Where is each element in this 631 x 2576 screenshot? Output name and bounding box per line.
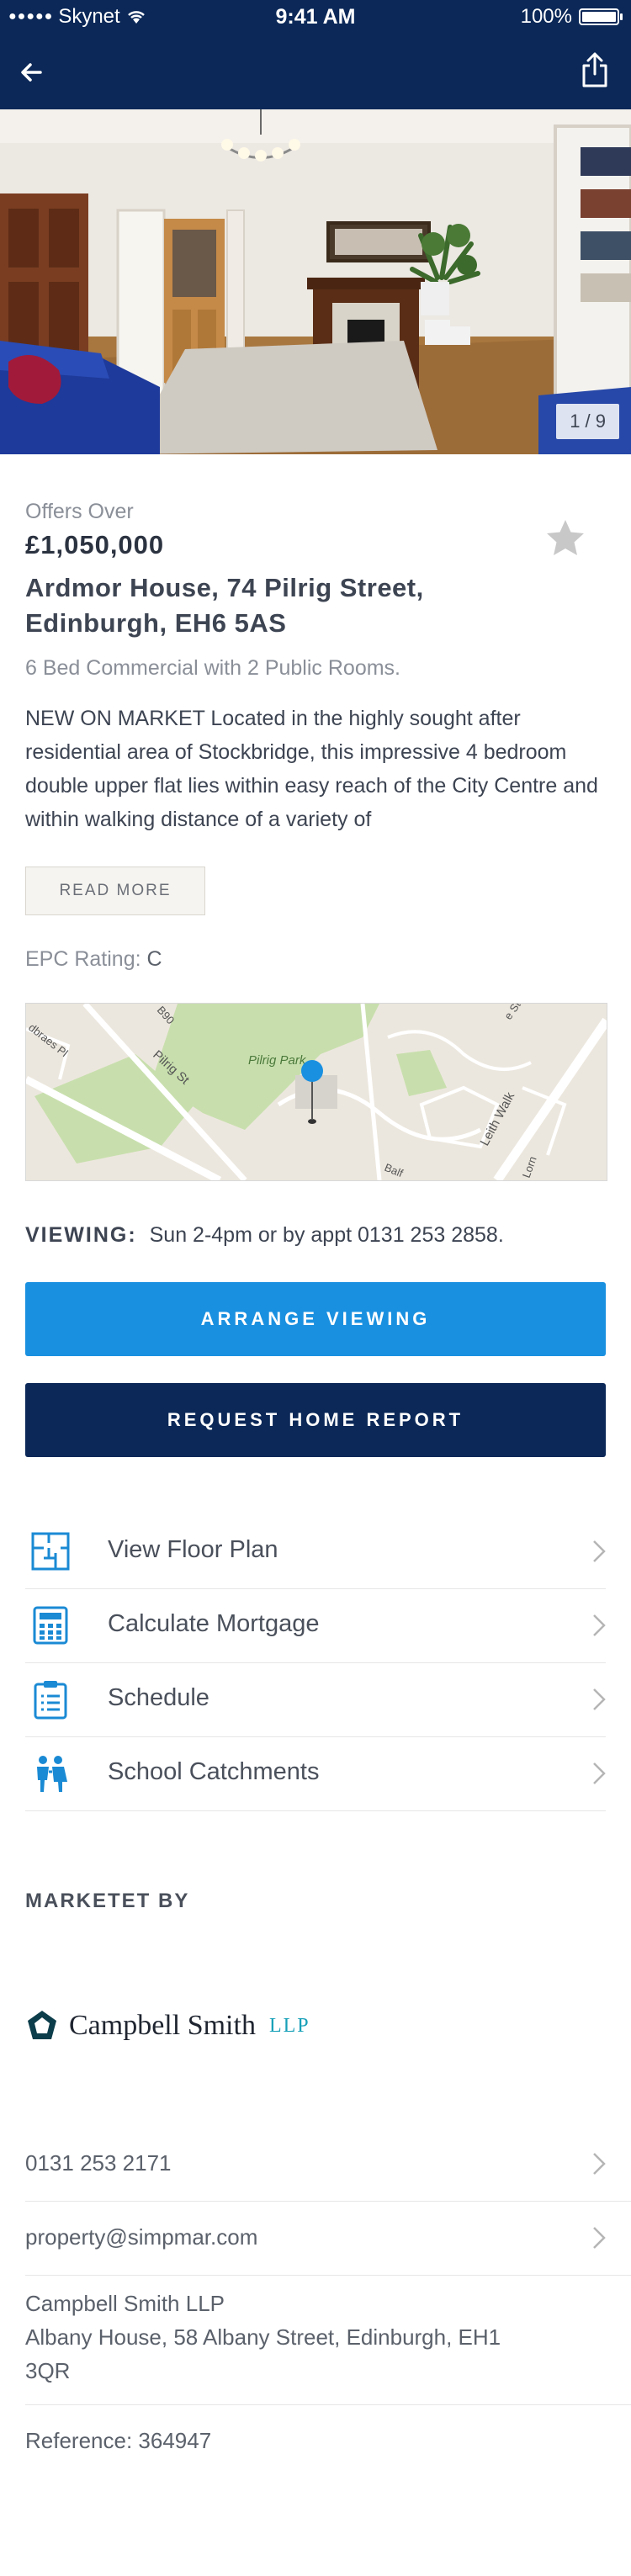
epc-rating: EPC Rating: C	[25, 947, 162, 972]
property-photo[interactable]	[0, 109, 631, 454]
agent-address-block: Campbell Smith LLP Albany House, 58 Alba…	[25, 2287, 631, 2405]
share-icon[interactable]	[581, 50, 609, 89]
battery-percent: 100%	[520, 5, 572, 28]
chevron-right-icon	[593, 1614, 606, 1636]
agent-logo-suffix: LLP	[268, 2014, 310, 2037]
children-icon	[37, 1756, 67, 1792]
link-floor-plan[interactable]: View Floor Plan	[25, 1514, 606, 1589]
back-arrow-icon[interactable]	[15, 56, 49, 89]
link-label: Calculate Mortgage	[108, 1610, 320, 1637]
property-description: NEW ON MARKET Located in the highly soug…	[25, 707, 598, 831]
read-more-button[interactable]: READ MORE	[25, 867, 205, 915]
agent-phone: 0131 253 2171	[25, 2150, 172, 2176]
clipboard-icon	[34, 1681, 67, 1720]
price-qualifier: Offers Over	[25, 500, 134, 523]
favourite-star-icon[interactable]	[544, 517, 587, 560]
viewing-label: VIEWING:	[25, 1223, 137, 1247]
agent-phone-row[interactable]: 0131 253 2171	[25, 2127, 631, 2202]
photo-counter: 1 / 9	[556, 404, 619, 439]
agent-email: property@simpmar.com	[25, 2224, 258, 2250]
link-calculate-mortgage[interactable]: Calculate Mortgage	[25, 1588, 606, 1663]
chevron-right-icon	[593, 1540, 606, 1562]
epc-label: EPC Rating:	[25, 947, 141, 971]
floor-plan-icon	[31, 1532, 70, 1571]
location-map[interactable]: Pilrig Park Pilrig St Leith Walk dbraes …	[25, 1003, 607, 1181]
property-reference: Reference: 364947	[25, 2428, 212, 2453]
calculator-icon	[33, 1606, 68, 1645]
status-bar: ●●●●● Skynet 9:41 AM 100%	[0, 0, 631, 34]
chevron-right-icon	[593, 1762, 606, 1784]
agent-company: Campbell Smith LLP	[25, 2291, 225, 2316]
battery-info: 100%	[520, 5, 623, 29]
agent-email-row[interactable]: property@simpmar.com	[25, 2201, 631, 2276]
agent-address-line-1: Albany House, 58 Albany Street, Edinburg…	[25, 2324, 501, 2350]
app-header: ●●●●● Skynet 9:41 AM 100%	[0, 0, 631, 109]
property-summary: 6 Bed Commercial with 2 Public Rooms.	[25, 656, 400, 680]
address-line-1: Ardmor House, 74 Pilrig Street,	[25, 573, 424, 602]
agent-logo[interactable]: Campbell Smith LLP	[25, 2002, 310, 2049]
link-schedule[interactable]: Schedule	[25, 1662, 606, 1737]
chevron-right-icon	[593, 2227, 606, 2249]
address-line-2: Edinburgh, EH6 5AS	[25, 608, 287, 638]
chevron-right-icon	[593, 2153, 606, 2175]
viewing-text: Sun 2-4pm or by appt 0131 253 2858.	[149, 1223, 504, 1247]
chevron-right-icon	[593, 1688, 606, 1710]
price: £1,050,000	[25, 530, 165, 559]
agent-logo-icon	[28, 2011, 56, 2039]
battery-icon	[579, 8, 623, 25]
property-address: Ardmor House, 74 Pilrig Street, Edinburg…	[25, 570, 547, 641]
link-school-catchments[interactable]: School Catchments	[25, 1736, 606, 1811]
marketed-by-heading: MARKETET BY	[25, 1890, 190, 1912]
epc-value: C	[146, 947, 162, 971]
request-home-report-button[interactable]: REQUEST HOME REPORT	[25, 1383, 606, 1457]
agent-address-line-2: 3QR	[25, 2358, 71, 2383]
viewing-times: VIEWING: Sun 2-4pm or by appt 0131 253 2…	[25, 1223, 504, 1248]
arrange-viewing-button[interactable]: ARRANGE VIEWING	[25, 1282, 606, 1356]
agent-logo-name: Campbell Smith	[69, 2010, 256, 2041]
link-label: View Floor Plan	[108, 1536, 278, 1563]
map-label-park: Pilrig Park	[248, 1053, 307, 1068]
link-label: Schedule	[108, 1684, 209, 1711]
link-label: School Catchments	[108, 1758, 320, 1785]
living-room-photo	[0, 109, 631, 454]
